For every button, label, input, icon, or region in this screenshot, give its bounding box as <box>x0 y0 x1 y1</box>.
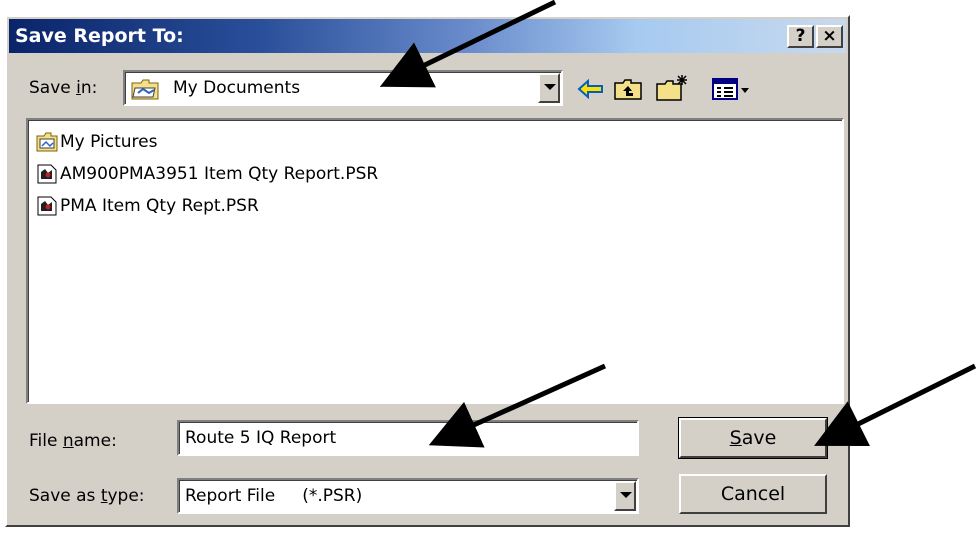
annotation-arrows <box>379 0 977 448</box>
arrow-to-save-in <box>379 0 557 88</box>
arrow-to-save-button <box>814 363 977 447</box>
arrow-to-file-name <box>428 363 607 448</box>
